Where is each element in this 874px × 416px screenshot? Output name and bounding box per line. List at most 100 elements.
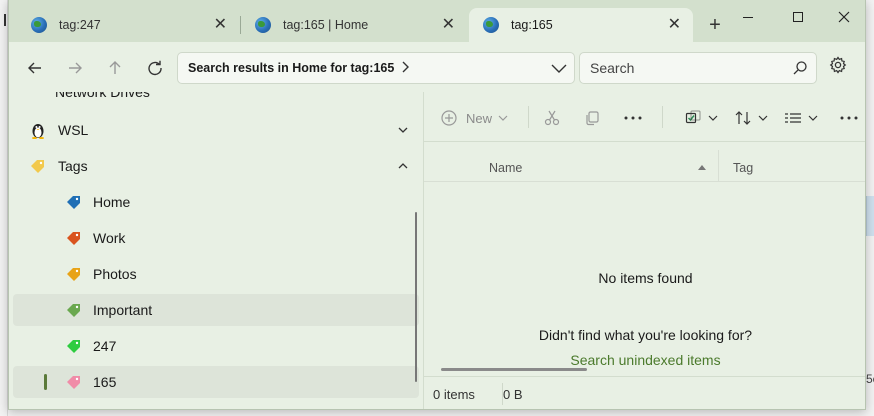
chevron-down-icon xyxy=(498,115,508,121)
tab-tag-165-active[interactable]: tag:165 ✕ xyxy=(469,8,693,42)
expand-chevron-down-icon[interactable] xyxy=(397,123,409,139)
linux-penguin-icon xyxy=(29,121,47,139)
column-resize-handle[interactable] xyxy=(718,150,719,182)
close-tab-icon[interactable]: ✕ xyxy=(214,16,227,34)
globe-icon xyxy=(255,17,271,33)
chevron-down-icon xyxy=(758,115,768,121)
tab-tag-247[interactable]: tag:247 ✕ xyxy=(17,8,239,42)
sidebar-item-network-drives[interactable]: Network Drives xyxy=(55,92,150,100)
selection-options-button[interactable] xyxy=(685,108,719,128)
chevron-down-icon xyxy=(708,115,718,121)
minimize-icon xyxy=(743,16,753,18)
search-unindexed-link[interactable]: Search unindexed items xyxy=(424,352,865,368)
empty-message: No items found xyxy=(598,270,693,286)
globe-icon xyxy=(31,17,47,33)
address-history-dropdown[interactable] xyxy=(550,61,568,78)
plus-circle-icon xyxy=(441,110,457,126)
close-window-button[interactable] xyxy=(829,6,859,28)
arrow-up-icon xyxy=(109,61,121,74)
forward-button[interactable] xyxy=(63,56,87,80)
close-tab-icon[interactable]: ✕ xyxy=(668,16,681,34)
cut-button[interactable] xyxy=(544,108,560,128)
sidebar-scrollbar[interactable] xyxy=(415,212,417,382)
globe-icon xyxy=(483,17,499,33)
status-bar: 0 items 0 B xyxy=(424,376,865,409)
arrow-right-icon xyxy=(69,62,82,74)
column-header-name[interactable]: Name xyxy=(489,161,522,175)
checkbox-select-icon xyxy=(685,110,701,124)
selection-indicator xyxy=(44,374,47,390)
sidebar-item-wsl[interactable]: WSL xyxy=(13,114,419,146)
minimize-button[interactable] xyxy=(733,6,763,28)
search-icon[interactable] xyxy=(792,60,808,79)
scissors-icon xyxy=(544,110,560,126)
refresh-button[interactable] xyxy=(143,56,167,80)
tag-yellow-icon xyxy=(65,265,83,283)
address-path: Search results in Home for tag:165 xyxy=(188,61,395,75)
maximize-icon xyxy=(793,12,803,22)
navigation-bar: Search results in Home for tag:165 xyxy=(9,42,865,92)
sort-button[interactable] xyxy=(734,108,769,128)
copy-button[interactable] xyxy=(584,108,600,128)
empty-hint: Didn't find what you're looking for? xyxy=(538,327,753,343)
ellipsis-icon xyxy=(624,116,642,120)
sidebar-item-label: 247 xyxy=(93,338,117,354)
toolbar-separator xyxy=(662,106,663,128)
sidebar-item-tag-work[interactable]: Work xyxy=(13,222,419,254)
more-actions-button[interactable] xyxy=(623,108,643,128)
sidebar-item-label: Photos xyxy=(93,266,137,282)
background-window-selection xyxy=(866,196,874,236)
sidebar-item-tag-photos[interactable]: Photos xyxy=(13,258,419,290)
search-input[interactable] xyxy=(580,53,780,83)
horizontal-scrollbar[interactable] xyxy=(441,368,587,371)
maximize-button[interactable] xyxy=(783,6,813,28)
sidebar-item-tag-home[interactable]: Home xyxy=(13,186,419,218)
back-button[interactable] xyxy=(23,56,47,80)
more-options-button[interactable] xyxy=(839,108,859,128)
sort-arrows-icon xyxy=(735,111,751,125)
search-box[interactable] xyxy=(579,52,817,84)
tab-bar: tag:247 ✕ tag:165 | Home ✕ tag:165 ✕ + xyxy=(9,0,865,42)
sidebar-item-label: Tags xyxy=(58,158,88,174)
tab-label: tag:165 xyxy=(511,18,553,32)
sidebar-item-tag-important[interactable]: Important xyxy=(13,294,419,326)
tab-label: tag:165 | Home xyxy=(283,18,369,32)
tag-orange-icon xyxy=(65,229,83,247)
settings-button[interactable] xyxy=(829,56,847,77)
sidebar-item-tag-247[interactable]: 247 xyxy=(13,330,419,362)
collapse-chevron-up-icon[interactable] xyxy=(397,159,409,175)
up-button[interactable] xyxy=(103,56,127,80)
tab-tag-165-home[interactable]: tag:165 | Home ✕ xyxy=(241,8,467,42)
sidebar-item-label: WSL xyxy=(58,122,89,138)
new-tab-button[interactable]: + xyxy=(705,14,725,36)
address-bar[interactable]: Search results in Home for tag:165 xyxy=(177,52,575,84)
item-count: 0 items xyxy=(433,387,475,402)
sidebar-item-label: Important xyxy=(93,302,153,318)
arrow-left-icon xyxy=(28,62,41,74)
background-window-edge xyxy=(0,0,8,416)
background-window-mark xyxy=(4,14,6,26)
toolbar-separator xyxy=(528,106,529,128)
list-view-icon xyxy=(785,113,801,123)
tag-bright-green-icon xyxy=(65,337,83,355)
navigation-pane[interactable]: Network Drives WSL Tags Home Work Photos… xyxy=(9,92,423,409)
tag-blue-icon xyxy=(65,193,83,211)
gear-icon xyxy=(829,56,847,74)
file-explorer-window: tag:247 ✕ tag:165 | Home ✕ tag:165 ✕ + S… xyxy=(8,0,866,410)
sidebar-item-label: 165 xyxy=(93,374,117,390)
ellipsis-icon xyxy=(840,116,858,120)
column-header-tag[interactable]: Tag xyxy=(733,161,753,175)
copy-icon xyxy=(586,111,599,126)
sort-ascending-icon xyxy=(698,165,706,170)
close-tab-icon[interactable]: ✕ xyxy=(442,16,455,34)
new-button[interactable]: New xyxy=(441,108,509,128)
sidebar-item-label: Home xyxy=(93,194,131,210)
sidebar-item-tags[interactable]: Tags xyxy=(13,150,419,182)
chevron-down-icon xyxy=(551,64,567,73)
view-layout-button[interactable] xyxy=(784,108,819,128)
sidebar-item-label: Work xyxy=(93,230,126,246)
sidebar-item-tag-165[interactable]: 165 xyxy=(13,366,419,398)
tag-icon xyxy=(29,157,47,175)
tag-pink-icon xyxy=(65,373,83,391)
close-icon xyxy=(838,11,850,23)
